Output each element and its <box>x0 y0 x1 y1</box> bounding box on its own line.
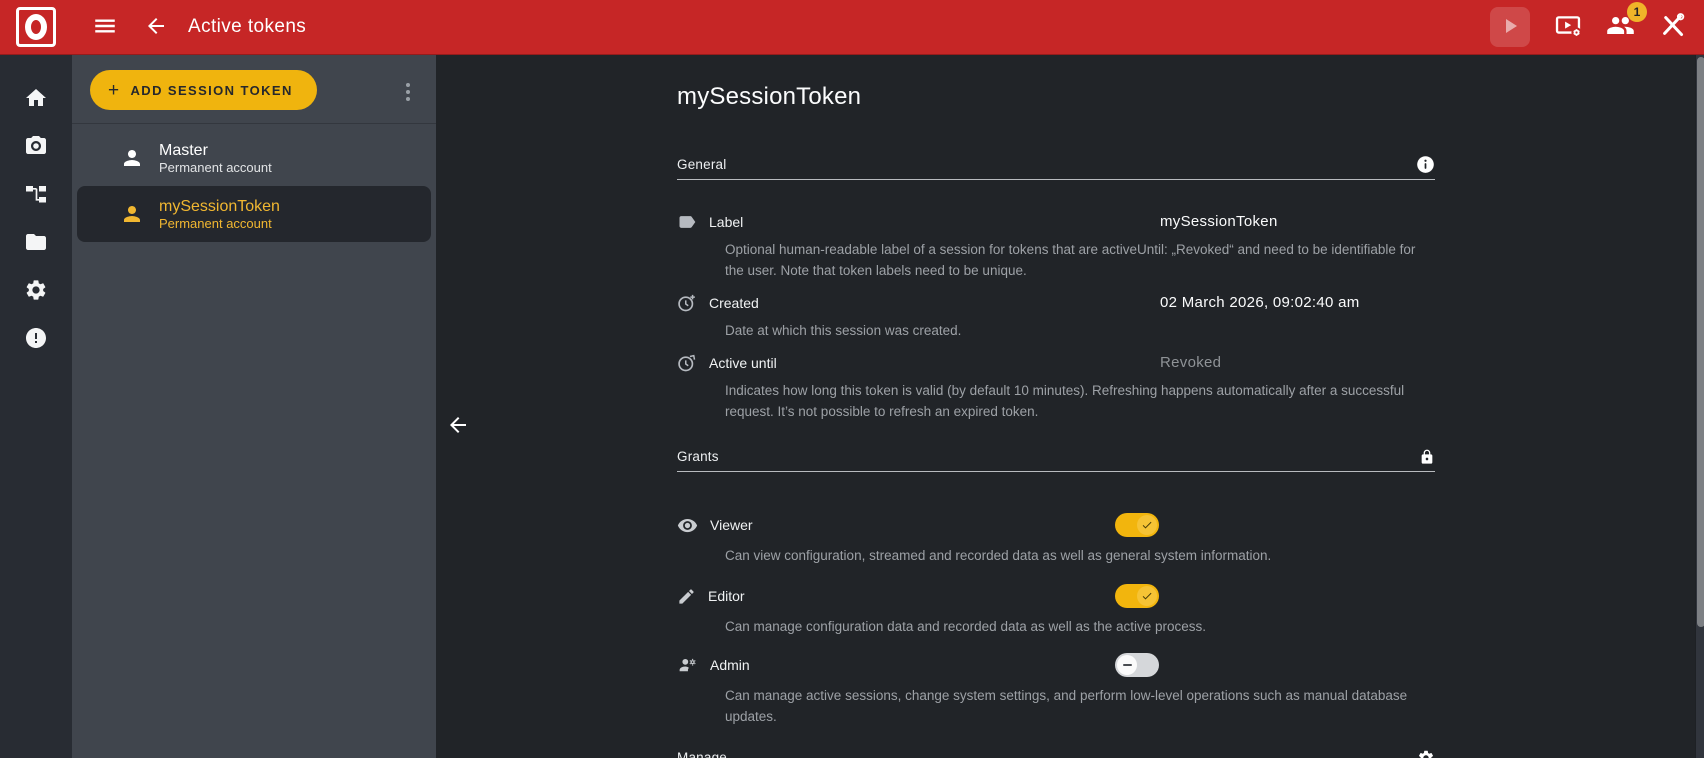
section-label: Grants <box>677 449 1419 464</box>
toggle-dash-icon <box>1117 655 1137 675</box>
vertical-scrollbar <box>1695 55 1704 758</box>
grant-description: Can manage configuration data and record… <box>725 616 1435 637</box>
token-list-header: + ADD SESSION TOKEN <box>72 55 436 124</box>
plus-icon: + <box>108 81 121 100</box>
nav-folder-button[interactable] <box>0 219 72 267</box>
nav-settings-button[interactable] <box>0 267 72 315</box>
nav-home-button[interactable] <box>0 75 72 123</box>
collapse-arrow-icon <box>446 425 470 440</box>
grant-description: Can manage active sessions, change syste… <box>725 685 1435 727</box>
field-label-text: Label <box>709 214 743 230</box>
settings-icon <box>24 278 48 305</box>
field-label-text: Created <box>709 295 759 311</box>
section-label: General <box>677 157 1416 172</box>
field-created: Created 02 March 2026, 09:02:40 am Date … <box>677 293 1435 341</box>
play-button[interactable] <box>1490 7 1530 47</box>
field-label: Label mySessionToken Optional human-read… <box>677 212 1435 281</box>
nav-tree-button[interactable] <box>0 171 72 219</box>
topbar-actions: 1 <box>1490 7 1704 47</box>
token-detail-area: mySessionToken General Label <box>436 55 1695 758</box>
play-icon <box>1498 14 1522 41</box>
pencil-icon <box>677 587 696 606</box>
person-icon <box>120 146 144 170</box>
person-icon <box>120 202 144 226</box>
field-active-until: Active until Revoked Indicates how long … <box>677 353 1435 422</box>
tools-button[interactable] <box>1659 12 1686 42</box>
clock-refresh-icon <box>677 353 697 373</box>
folder-icon <box>24 230 48 257</box>
tools-icon <box>1659 12 1686 42</box>
session-count-badge: 1 <box>1627 2 1647 22</box>
field-description: Date at which this session was created. <box>725 320 1435 341</box>
info-icon[interactable] <box>1416 155 1435 174</box>
home-icon <box>24 86 48 113</box>
token-item-subtitle: Permanent account <box>159 216 280 232</box>
grant-label: Admin <box>710 657 750 673</box>
add-session-token-button[interactable]: + ADD SESSION TOKEN <box>90 70 317 110</box>
grant-admin: Admin Can manage active sessions, change… <box>677 652 1435 727</box>
admin-toggle[interactable] <box>1115 653 1159 677</box>
created-value: 02 March 2026, 09:02:40 am <box>1160 294 1360 311</box>
token-list-item-mysessiontoken[interactable]: mySessionToken Permanent account <box>77 186 431 242</box>
camera-icon <box>24 134 48 161</box>
scrollbar-thumb[interactable] <box>1697 57 1704 627</box>
token-item-title: Master <box>159 141 272 160</box>
active-until-value: Revoked <box>1160 354 1221 371</box>
collapse-panel-button[interactable] <box>446 413 470 440</box>
clock-plus-icon <box>677 293 697 313</box>
logo-icon <box>16 7 56 47</box>
toggle-check-icon <box>1137 515 1157 535</box>
field-description: Optional human-readable label of a sessi… <box>725 239 1435 281</box>
section-header-manage: Manage <box>677 749 1435 758</box>
panel-kebab-menu-button[interactable] <box>402 79 414 105</box>
grant-editor: Editor Can manage configuration data and… <box>677 583 1435 637</box>
gear-icon <box>1417 749 1435 758</box>
back-icon <box>144 14 168 41</box>
token-list-panel: + ADD SESSION TOKEN Master Permanent acc… <box>72 55 436 758</box>
grant-label: Editor <box>708 588 745 604</box>
token-list: Master Permanent account mySessionToken … <box>72 124 436 242</box>
section-header-grants: Grants <box>677 448 1435 472</box>
token-list-item-master[interactable]: Master Permanent account <box>77 130 431 186</box>
editor-toggle[interactable] <box>1115 584 1159 608</box>
nav-camera-button[interactable] <box>0 123 72 171</box>
grant-viewer: Viewer Can view configuration, streamed … <box>677 512 1435 566</box>
field-description: Indicates how long this token is valid (… <box>725 380 1435 422</box>
grant-label: Viewer <box>710 517 753 533</box>
nav-error-button[interactable] <box>0 315 72 363</box>
nav-rail <box>0 55 72 758</box>
video-settings-button[interactable] <box>1554 12 1582 43</box>
app-window: Active tokens <box>0 0 1704 758</box>
lock-icon <box>1419 448 1435 466</box>
hamburger-icon <box>92 13 118 42</box>
token-title: mySessionToken <box>677 83 1435 111</box>
admin-icon <box>677 655 698 676</box>
token-item-title: mySessionToken <box>159 197 280 216</box>
add-session-token-label: ADD SESSION TOKEN <box>131 83 293 98</box>
page-header-title: Active tokens <box>188 16 306 38</box>
top-bar: Active tokens <box>0 0 1704 55</box>
label-value: mySessionToken <box>1160 213 1278 230</box>
error-icon <box>24 326 48 353</box>
section-header-general: General <box>677 155 1435 180</box>
app-logo[interactable] <box>0 7 72 47</box>
hamburger-menu-button[interactable] <box>92 13 118 42</box>
section-label: Manage <box>677 750 1417 758</box>
eye-icon <box>677 515 698 536</box>
tree-icon <box>24 182 48 209</box>
back-button[interactable] <box>144 14 168 41</box>
label-icon <box>677 212 697 232</box>
field-label-text: Active until <box>709 355 777 371</box>
video-settings-icon <box>1554 12 1582 43</box>
viewer-toggle[interactable] <box>1115 513 1159 537</box>
grant-description: Can view configuration, streamed and rec… <box>725 545 1435 566</box>
token-item-subtitle: Permanent account <box>159 160 272 176</box>
active-sessions-button[interactable]: 1 <box>1606 11 1635 43</box>
toggle-check-icon <box>1137 586 1157 606</box>
